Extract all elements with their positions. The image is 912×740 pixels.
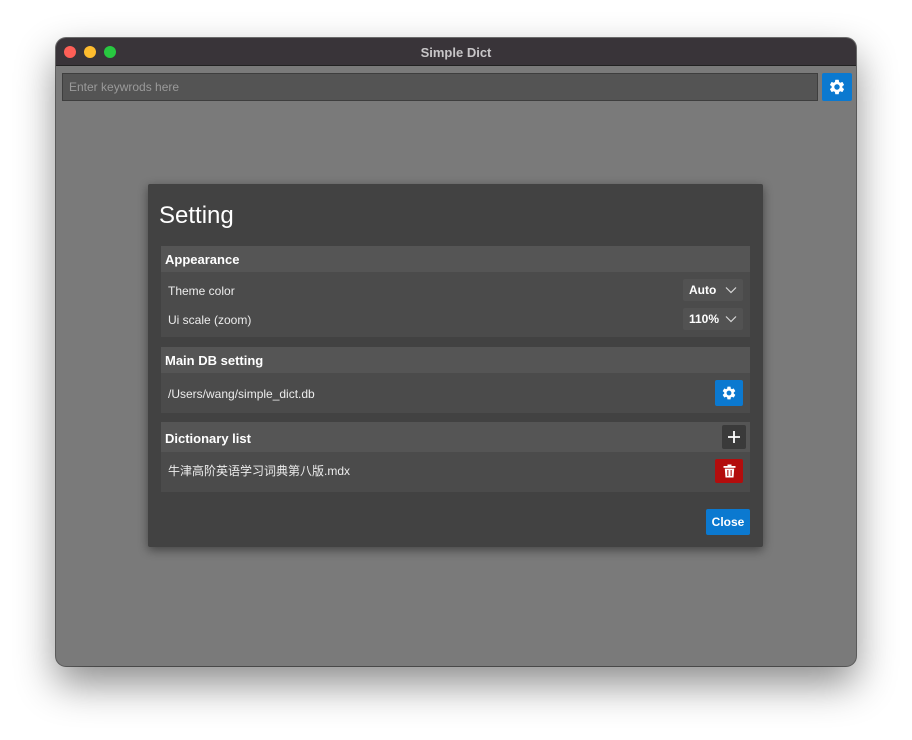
plus-icon <box>728 431 740 443</box>
settings-button[interactable] <box>822 73 852 101</box>
theme-color-value: Auto <box>689 283 717 297</box>
gear-icon <box>829 79 845 95</box>
add-dictionary-button[interactable] <box>722 425 746 449</box>
chevron-down-icon <box>725 316 737 323</box>
trash-icon <box>723 464 735 478</box>
window-title: Simple Dict <box>420 45 492 60</box>
theme-color-select[interactable]: Auto <box>683 279 743 301</box>
chevron-down-icon <box>725 287 737 294</box>
db-section: Main DB setting /Users/wang/simple_dict.… <box>161 347 750 413</box>
ui-scale-value: 110% <box>689 312 720 326</box>
dictionary-header: Dictionary list <box>161 422 750 452</box>
ui-scale-label: Ui scale (zoom) <box>168 313 252 327</box>
dialog-title: Setting <box>159 202 234 229</box>
settings-dialog: Setting Appearance Theme color Auto Ui s… <box>148 184 763 547</box>
dictionary-section: Dictionary list 牛津高阶英语学习词典第八版.mdx <box>161 422 750 492</box>
gear-icon <box>722 386 736 400</box>
appearance-header: Appearance <box>161 246 750 272</box>
db-header: Main DB setting <box>161 347 750 373</box>
close-button[interactable]: Close <box>706 509 750 535</box>
appearance-title: Appearance <box>165 252 240 267</box>
delete-dictionary-button[interactable] <box>715 459 743 483</box>
db-title: Main DB setting <box>165 353 264 368</box>
dictionary-title: Dictionary list <box>165 431 251 446</box>
db-path: /Users/wang/simple_dict.db <box>168 387 315 401</box>
search-input[interactable] <box>62 73 818 101</box>
theme-color-label: Theme color <box>168 284 235 298</box>
title-bar[interactable]: Simple Dict <box>56 38 856 66</box>
ui-scale-select[interactable]: 110% <box>683 308 743 330</box>
app-window: Simple Dict Setting Appearance Theme col… <box>56 38 856 666</box>
appearance-section: Appearance Theme color Auto Ui scale (zo… <box>161 246 750 337</box>
dictionary-name: 牛津高阶英语学习词典第八版.mdx <box>168 464 351 478</box>
db-settings-button[interactable] <box>715 380 743 406</box>
